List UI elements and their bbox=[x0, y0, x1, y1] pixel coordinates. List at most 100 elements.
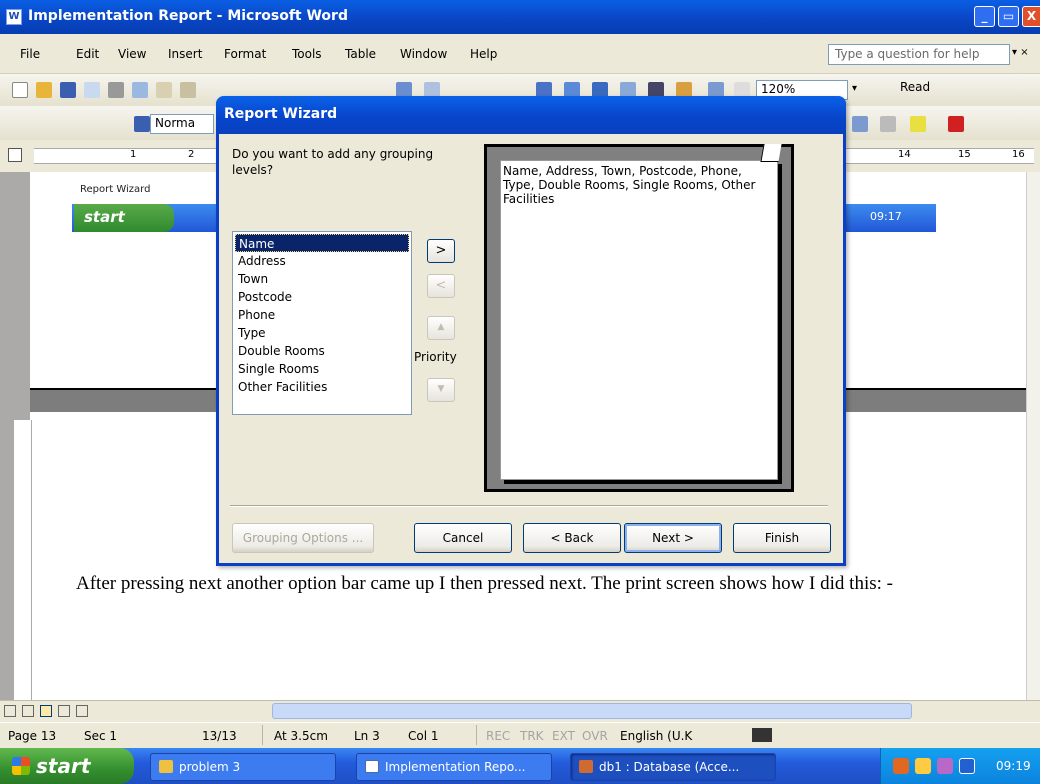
windows-logo-icon bbox=[12, 757, 30, 775]
status-trk[interactable]: TRK bbox=[520, 729, 544, 743]
print-preview-icon[interactable] bbox=[132, 82, 148, 98]
field-phone[interactable]: Phone bbox=[235, 306, 409, 324]
add-group-level-button[interactable]: > bbox=[427, 239, 455, 263]
menu-insert[interactable]: Insert bbox=[168, 47, 202, 61]
grouping-preview-text: Name, Address, Town, Postcode, Phone, Ty… bbox=[503, 164, 756, 206]
style-select[interactable]: Norma bbox=[150, 114, 214, 134]
finish-button[interactable]: Finish bbox=[733, 523, 831, 553]
status-page: Page 13 bbox=[8, 729, 57, 743]
maximize-button[interactable]: ▭ bbox=[998, 6, 1019, 27]
status-divider bbox=[476, 725, 477, 745]
research-icon[interactable] bbox=[180, 82, 196, 98]
indent-icon[interactable] bbox=[852, 116, 868, 132]
taskbar-clock: 09:19 bbox=[996, 759, 1031, 773]
spelling-status-icon[interactable] bbox=[752, 728, 772, 742]
read-button[interactable]: Read bbox=[900, 80, 972, 100]
window-title-bar[interactable]: W Implementation Report - Microsoft Word bbox=[0, 0, 1040, 34]
vertical-ruler bbox=[14, 420, 32, 700]
task-label: Implementation Repo... bbox=[385, 760, 526, 774]
access-db-icon bbox=[579, 760, 593, 773]
print-icon[interactable] bbox=[108, 82, 124, 98]
task-problem-3[interactable]: problem 3 bbox=[150, 753, 336, 781]
field-double-rooms[interactable]: Double Rooms bbox=[235, 342, 409, 360]
task-label: db1 : Database (Acce... bbox=[599, 760, 740, 774]
ruler-mark-2: 2 bbox=[188, 149, 195, 160]
embedded-title: Report Wizard bbox=[80, 184, 151, 195]
tray-icon-4[interactable] bbox=[959, 758, 975, 774]
priority-up-button[interactable]: ▲ bbox=[427, 316, 455, 340]
dialog-title[interactable]: Report Wizard bbox=[216, 96, 846, 134]
page-fold-icon bbox=[760, 144, 782, 162]
status-section: Sec 1 bbox=[84, 729, 118, 743]
save-icon[interactable] bbox=[60, 82, 76, 98]
ask-dropdown-icon[interactable]: ▾ × bbox=[1012, 47, 1029, 58]
menu-window[interactable]: Window bbox=[400, 47, 447, 61]
open-folder-icon[interactable] bbox=[36, 82, 52, 98]
border-icon[interactable] bbox=[880, 116, 896, 132]
grouping-question: Do you want to add any grouping levels? bbox=[232, 147, 434, 177]
priority-label: Priority bbox=[414, 350, 457, 364]
next-button[interactable]: Next > bbox=[624, 523, 722, 553]
remove-group-level-button[interactable]: < bbox=[427, 274, 455, 298]
horizontal-scrollbar[interactable] bbox=[272, 703, 912, 719]
field-postcode[interactable]: Postcode bbox=[235, 288, 409, 306]
status-position: At 3.5cm bbox=[274, 729, 328, 743]
tray-icon-3[interactable] bbox=[937, 758, 953, 774]
embedded-start-button: start bbox=[74, 204, 174, 232]
permission-icon[interactable] bbox=[84, 82, 100, 98]
status-divider bbox=[262, 725, 263, 745]
reading-view-icon[interactable] bbox=[76, 705, 88, 717]
menu-table[interactable]: Table bbox=[345, 47, 376, 61]
field-name[interactable]: Name bbox=[235, 234, 409, 252]
menu-help[interactable]: Help bbox=[470, 47, 497, 61]
normal-view-icon[interactable] bbox=[4, 705, 16, 717]
task-db1-database[interactable]: db1 : Database (Acce... bbox=[570, 753, 776, 781]
document-paragraph[interactable]: After pressing next another option bar c… bbox=[76, 570, 976, 598]
status-column: Col 1 bbox=[408, 729, 439, 743]
ask-question-input[interactable]: Type a question for help bbox=[828, 44, 1010, 65]
zoom-dropdown-icon[interactable]: ▾ bbox=[852, 83, 857, 94]
menu-tools[interactable]: Tools bbox=[292, 47, 322, 61]
field-address[interactable]: Address bbox=[235, 252, 409, 270]
ruler-mark-15: 15 bbox=[958, 149, 971, 160]
outline-view-icon[interactable] bbox=[58, 705, 70, 717]
menu-file[interactable]: File bbox=[20, 47, 40, 61]
menu-edit[interactable]: Edit bbox=[76, 47, 99, 61]
field-town[interactable]: Town bbox=[235, 270, 409, 288]
field-single-rooms[interactable]: Single Rooms bbox=[235, 360, 409, 378]
new-document-icon[interactable] bbox=[12, 82, 28, 98]
back-button[interactable]: < Back bbox=[523, 523, 621, 553]
spelling-icon[interactable] bbox=[156, 82, 172, 98]
styles-icon[interactable] bbox=[134, 116, 150, 132]
tab-selector-icon[interactable] bbox=[8, 148, 22, 162]
folder-icon bbox=[159, 760, 173, 773]
task-label: problem 3 bbox=[179, 760, 241, 774]
print-layout-icon[interactable] bbox=[40, 705, 52, 717]
vertical-scrollbar[interactable] bbox=[1026, 172, 1040, 700]
minimize-button[interactable]: _ bbox=[974, 6, 995, 27]
ruler-mark-16: 16 bbox=[1012, 149, 1025, 160]
task-implementation-report[interactable]: Implementation Repo... bbox=[356, 753, 552, 781]
web-view-icon[interactable] bbox=[22, 705, 34, 717]
status-ovr[interactable]: OVR bbox=[582, 729, 608, 743]
status-rec[interactable]: REC bbox=[486, 729, 510, 743]
menu-format[interactable]: Format bbox=[224, 47, 266, 61]
field-other-facilities[interactable]: Other Facilities bbox=[235, 378, 409, 396]
embedded-clock: 09:17 bbox=[870, 210, 902, 223]
ruler-mark-1: 1 bbox=[130, 149, 137, 160]
status-ext[interactable]: EXT bbox=[552, 729, 575, 743]
tray-icon-1[interactable] bbox=[893, 758, 909, 774]
available-fields-list[interactable]: Name Address Town Postcode Phone Type Do… bbox=[232, 231, 412, 415]
grouping-options-button[interactable]: Grouping Options ... bbox=[232, 523, 374, 553]
tray-icon-2[interactable] bbox=[915, 758, 931, 774]
font-color-icon[interactable] bbox=[948, 116, 964, 132]
highlight-icon[interactable] bbox=[910, 116, 926, 132]
status-pages: 13/13 bbox=[202, 729, 237, 743]
close-button[interactable]: X bbox=[1022, 6, 1040, 27]
field-type[interactable]: Type bbox=[235, 324, 409, 342]
status-language: English (U.K bbox=[620, 729, 693, 743]
cancel-button[interactable]: Cancel bbox=[414, 523, 512, 553]
menu-view[interactable]: View bbox=[118, 47, 146, 61]
priority-down-button[interactable]: ▼ bbox=[427, 378, 455, 402]
window-title: Implementation Report - Microsoft Word bbox=[28, 8, 348, 24]
